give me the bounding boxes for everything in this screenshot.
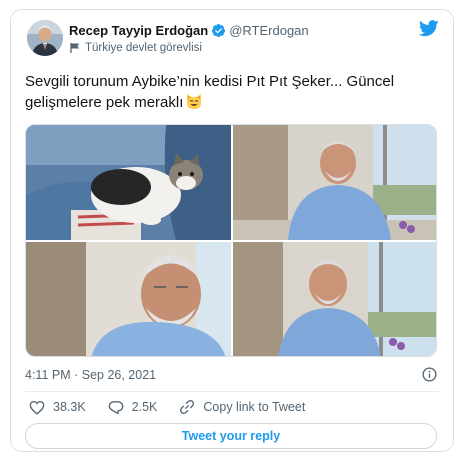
reply-count: 2.5K — [131, 400, 158, 414]
tweet-timestamp[interactable]: 4:11 PM · Sep 26, 2021 — [25, 368, 156, 382]
author-handle[interactable]: @RTErdogan — [229, 23, 308, 38]
copy-link-label: Copy link to Tweet — [203, 400, 306, 414]
government-label-text: Türkiye devlet görevlisi — [85, 42, 202, 54]
tweet-text-body: Sevgili torunum Aybike’nin kedisi Pıt Pı… — [25, 73, 395, 111]
tweet-actions: 38.3K 2.5K Copy link to Tweet — [29, 399, 327, 415]
reply-action[interactable]: 2.5K — [108, 400, 158, 415]
photo-reading-newspaper[interactable] — [233, 125, 436, 240]
like-action[interactable]: 38.3K — [29, 400, 86, 415]
copy-link-action[interactable]: Copy link to Tweet — [179, 399, 305, 415]
divider — [25, 391, 439, 392]
twitter-bird-icon[interactable] — [418, 20, 439, 42]
info-icon[interactable] — [422, 367, 437, 387]
smiling-cat-emoji-icon — [185, 92, 203, 116]
link-icon — [180, 399, 195, 415]
tweet-meta-row: 4:11 PM · Sep 26, 2021 — [25, 365, 437, 385]
tweet-card: Recep Tayyip Erdoğan @RTErdogan Türkiye … — [10, 9, 454, 452]
photo-smiling-at-window[interactable] — [233, 242, 436, 356]
author-display-name[interactable]: Recep Tayyip Erdoğan — [69, 23, 208, 38]
reply-bubble-icon — [108, 400, 124, 414]
tweet-your-reply-button[interactable]: Tweet your reply — [25, 423, 437, 449]
photo-cat-on-lap[interactable] — [26, 125, 231, 240]
flag-icon — [70, 43, 79, 53]
photo-reading-closeup[interactable] — [26, 242, 231, 356]
like-count: 38.3K — [53, 400, 86, 414]
avatar[interactable] — [27, 20, 63, 56]
photo-grid — [25, 124, 437, 357]
author-name-row: Recep Tayyip Erdoğan @RTErdogan — [69, 23, 309, 38]
tweet-text: Sevgili torunum Aybike’nin kedisi Pıt Pı… — [25, 72, 437, 116]
government-label: Türkiye devlet görevlisi — [69, 42, 202, 54]
reply-button-label: Tweet your reply — [181, 429, 281, 443]
verified-badge-icon — [211, 23, 226, 38]
heart-icon — [29, 400, 45, 415]
